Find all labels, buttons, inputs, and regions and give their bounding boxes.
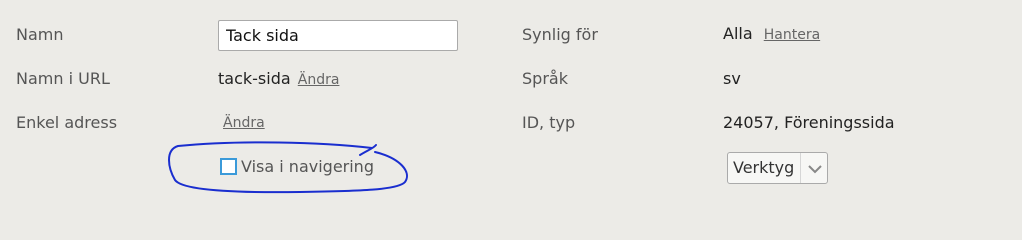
change-url-link[interactable]: Ändra bbox=[298, 72, 340, 88]
manage-link[interactable]: Hantera bbox=[764, 27, 820, 43]
visible-for-value: Alla bbox=[723, 24, 753, 43]
name-label: Namn bbox=[16, 25, 64, 44]
annotation-scribble bbox=[168, 141, 408, 194]
tools-select-value: Verktyg bbox=[733, 158, 795, 177]
chevron-down-icon bbox=[800, 153, 829, 183]
url-name-row: tack-sida Ändra bbox=[218, 69, 339, 89]
tools-select[interactable]: Verktyg bbox=[727, 152, 828, 184]
id-type-value: 24057, Föreningssida bbox=[723, 113, 895, 132]
url-name-value: tack-sida bbox=[218, 69, 291, 88]
visible-for-row: Alla Hantera bbox=[723, 24, 820, 44]
simple-address-label: Enkel adress bbox=[16, 113, 118, 132]
change-address-link[interactable]: Ändra bbox=[223, 114, 265, 132]
show-in-navigation-checkbox[interactable] bbox=[220, 158, 237, 175]
name-input[interactable] bbox=[218, 20, 458, 51]
language-value: sv bbox=[723, 69, 741, 88]
visible-for-label: Synlig för bbox=[522, 25, 598, 44]
id-type-label: ID, typ bbox=[522, 113, 576, 132]
url-name-label: Namn i URL bbox=[16, 69, 110, 88]
show-in-navigation-label[interactable]: Visa i navigering bbox=[241, 157, 374, 177]
language-label: Språk bbox=[522, 69, 568, 88]
